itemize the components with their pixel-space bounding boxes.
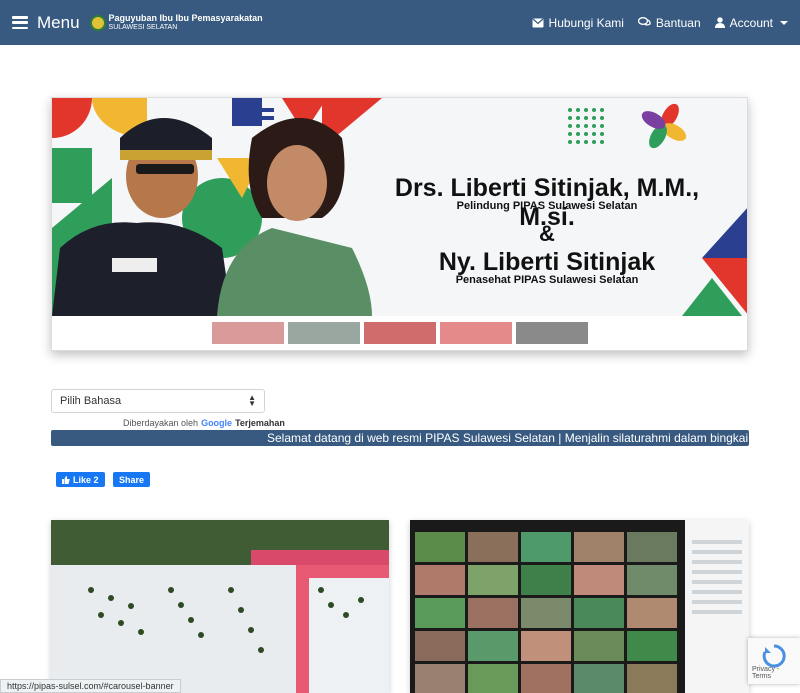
menu-button[interactable]: Menu: [12, 13, 80, 33]
chevron-down-icon: [780, 20, 788, 25]
user-icon: [714, 17, 725, 28]
like-label: Like 2: [73, 474, 99, 485]
top-navbar: Menu Paguyuban Ibu Ibu Pemasyarakatan SU…: [0, 0, 800, 45]
banner-image: Drs. Liberti Sitinjak, M.M., M.si. Pelin…: [52, 98, 747, 316]
marquee-text: Selamat datang di web resmi PIPAS Sulawe…: [267, 431, 749, 445]
account-label: Account: [729, 15, 773, 30]
carousel-thumb[interactable]: [516, 322, 588, 344]
recaptcha-icon: [762, 644, 786, 668]
menu-label: Menu: [37, 12, 80, 32]
brand-title: Paguyuban Ibu Ibu Pemasyarakatan: [108, 13, 263, 23]
video-call-photo: [410, 520, 749, 693]
welcome-marquee: Selamat datang di web resmi PIPAS Sulawe…: [51, 430, 749, 446]
brand-subtitle: SULAWESI SELATAN: [108, 24, 178, 31]
carousel-thumb[interactable]: [212, 322, 284, 344]
banner-subtitle-2: Penasehat PIPAS Sulawesi Selatan: [455, 274, 639, 286]
browser-status-bar: https://pipas-sulsel.com/#carousel-banne…: [0, 679, 181, 693]
contact-link[interactable]: Hubungi Kami: [532, 16, 624, 30]
carousel-thumb[interactable]: [288, 322, 360, 344]
help-label: Bantuan: [655, 15, 701, 30]
powered-by-text: Diberdayakan oleh: [123, 418, 199, 428]
hamburger-icon: [12, 16, 28, 29]
share-label: Share: [119, 474, 145, 485]
brand-link[interactable]: Paguyuban Ibu Ibu Pemasyarakatan SULAWES…: [89, 13, 263, 31]
facebook-like-button[interactable]: Like 2: [56, 472, 105, 487]
banner-ampersand: &: [539, 221, 555, 246]
account-dropdown[interactable]: Account: [714, 15, 788, 30]
banner-title-2: Ny. Liberti Sitinjak: [438, 248, 656, 276]
brand-logo: [89, 14, 106, 31]
recaptcha-text: Privacy - Terms: [752, 666, 780, 680]
carousel-banner[interactable]: Drs. Liberti Sitinjak, M.M., M.si. Pelin…: [51, 97, 748, 351]
thumbs-up-icon: [62, 475, 70, 484]
status-url: https://pipas-sulsel.com/#carousel-banne…: [7, 681, 174, 691]
parade-photo: [51, 520, 389, 693]
carousel-thumb[interactable]: [364, 322, 436, 344]
envelope-icon: [532, 18, 544, 27]
news-card-parade[interactable]: [51, 520, 389, 693]
language-select[interactable]: Pilih Bahasa ▲ ▼: [51, 389, 265, 413]
facebook-share-button[interactable]: Share: [113, 472, 151, 487]
translate-link[interactable]: Terjemahan: [235, 418, 285, 428]
help-link[interactable]: Bantuan: [637, 15, 701, 30]
carousel-thumbnails: [212, 322, 588, 344]
select-arrows-icon: ▲ ▼: [248, 393, 256, 408]
news-card-video-call[interactable]: [410, 520, 749, 693]
recaptcha-badge[interactable]: Privacy - Terms: [748, 638, 800, 684]
chat-bubbles-icon: [637, 17, 651, 26]
language-select-value: Pilih Bahasa: [60, 395, 122, 407]
banner-subtitle-1: Pelindung PIPAS Sulawesi Selatan: [456, 200, 638, 212]
google-translate-credit: Diberdayakan oleh Google Terjemahan: [123, 418, 285, 428]
google-logo: Google: [201, 418, 233, 428]
carousel-thumb[interactable]: [440, 322, 512, 344]
contact-label: Hubungi Kami: [548, 15, 624, 30]
